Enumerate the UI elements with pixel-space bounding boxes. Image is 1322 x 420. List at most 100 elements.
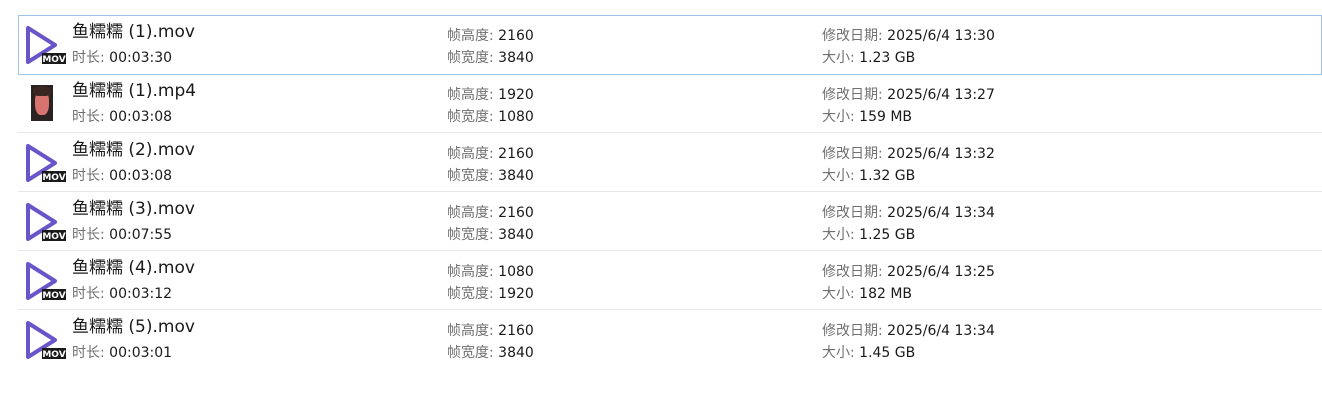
- modified-date-label: 修改日期:: [822, 28, 883, 44]
- duration-field: 时长: 00:03:30: [72, 48, 172, 68]
- file-name[interactable]: 鱼糯糯 (2).mov: [72, 139, 195, 161]
- frame-height-label: 帧高度:: [447, 146, 494, 162]
- frame-height-value: 2160: [498, 323, 534, 339]
- frame-width-value: 3840: [498, 227, 534, 243]
- frame-width-field: 帧宽度: 3840: [447, 48, 534, 68]
- file-name[interactable]: 鱼糯糯 (5).mov: [72, 316, 195, 338]
- frame-width-label: 帧宽度:: [447, 227, 494, 243]
- frame-height-label: 帧高度:: [447, 87, 494, 103]
- file-size-label: 大小:: [822, 50, 855, 66]
- frame-height-label: 帧高度:: [447, 205, 494, 221]
- frame-width-value: 1080: [498, 109, 534, 125]
- frame-height-value: 1920: [498, 87, 534, 103]
- frame-height-value: 1080: [498, 264, 534, 280]
- file-row[interactable]: MOV 鱼糯糯 (1).mov 时长: 00:03:30 帧高度: 2160 帧…: [18, 15, 1322, 75]
- modified-date-value: 2025/6/4 13:25: [887, 264, 995, 280]
- duration-field: 时长: 00:03:01: [72, 343, 172, 363]
- mov-badge-text: MOV: [42, 291, 65, 301]
- mov-file-icon: MOV: [22, 258, 66, 304]
- frame-height-value: 2160: [498, 205, 534, 221]
- modified-date-value: 2025/6/4 13:30: [887, 28, 995, 44]
- modified-date-value: 2025/6/4 13:34: [887, 323, 995, 339]
- frame-width-label: 帧宽度:: [447, 50, 494, 66]
- duration-label: 时长:: [72, 286, 105, 302]
- file-row[interactable]: MOV 鱼糯糯 (3).mov 时长: 00:07:55 帧高度: 2160 帧…: [18, 192, 1322, 251]
- mov-badge-text: MOV: [42, 173, 65, 183]
- modified-date-field: 修改日期: 2025/6/4 13:27: [822, 85, 995, 105]
- frame-height-label: 帧高度:: [447, 323, 494, 339]
- file-size-label: 大小:: [822, 345, 855, 361]
- duration-label: 时长:: [72, 168, 105, 184]
- modified-date-label: 修改日期:: [822, 323, 883, 339]
- duration-field: 时长: 00:03:08: [72, 166, 172, 186]
- modified-date-label: 修改日期:: [822, 264, 883, 280]
- frame-width-value: 1920: [498, 286, 534, 302]
- file-size-field: 大小: 1.32 GB: [822, 166, 915, 186]
- mov-badge-text: MOV: [42, 55, 65, 65]
- duration-value: 00:03:08: [109, 168, 173, 184]
- file-size-field: 大小: 1.23 GB: [822, 48, 915, 68]
- duration-field: 时长: 00:03:08: [72, 107, 172, 127]
- modified-date-field: 修改日期: 2025/6/4 13:30: [822, 26, 995, 46]
- file-list: MOV 鱼糯糯 (1).mov 时长: 00:03:30 帧高度: 2160 帧…: [18, 15, 1322, 369]
- frame-width-field: 帧宽度: 1080: [447, 107, 534, 127]
- duration-label: 时长:: [72, 345, 105, 361]
- file-size-field: 大小: 1.45 GB: [822, 343, 915, 363]
- duration-field: 时长: 00:07:55: [72, 225, 172, 245]
- duration-value: 00:03:30: [109, 50, 173, 66]
- file-size-field: 大小: 159 MB: [822, 107, 912, 127]
- file-size-field: 大小: 182 MB: [822, 284, 912, 304]
- frame-height-label: 帧高度:: [447, 28, 494, 44]
- file-size-label: 大小:: [822, 109, 855, 125]
- duration-value: 00:03:12: [109, 286, 173, 302]
- file-row[interactable]: MOV 鱼糯糯 (2).mov 时长: 00:03:08 帧高度: 2160 帧…: [18, 133, 1322, 192]
- modified-date-field: 修改日期: 2025/6/4 13:32: [822, 144, 995, 164]
- frame-height-field: 帧高度: 2160: [447, 26, 534, 46]
- file-size-value: 1.45 GB: [859, 345, 916, 361]
- frame-width-label: 帧宽度:: [447, 109, 494, 125]
- frame-width-value: 3840: [498, 168, 534, 184]
- file-name[interactable]: 鱼糯糯 (4).mov: [72, 257, 195, 279]
- file-name[interactable]: 鱼糯糯 (1).mov: [72, 21, 195, 43]
- file-row[interactable]: MOV 鱼糯糯 (5).mov 时长: 00:03:01 帧高度: 2160 帧…: [18, 310, 1322, 369]
- modified-date-label: 修改日期:: [822, 87, 883, 103]
- file-name[interactable]: 鱼糯糯 (1).mp4: [72, 80, 196, 102]
- mov-file-icon: MOV: [22, 22, 66, 68]
- mov-badge-text: MOV: [42, 350, 65, 360]
- frame-width-label: 帧宽度:: [447, 345, 494, 361]
- mov-badge-text: MOV: [42, 232, 65, 242]
- file-size-label: 大小:: [822, 227, 855, 243]
- frame-height-field: 帧高度: 2160: [447, 321, 534, 341]
- video-thumbnail: [31, 85, 53, 121]
- frame-width-field: 帧宽度: 3840: [447, 343, 534, 363]
- duration-field: 时长: 00:03:12: [72, 284, 172, 304]
- file-size-value: 1.23 GB: [859, 50, 916, 66]
- file-size-label: 大小:: [822, 286, 855, 302]
- file-row[interactable]: MOV 鱼糯糯 (4).mov 时长: 00:03:12 帧高度: 1080 帧…: [18, 251, 1322, 310]
- frame-width-value: 3840: [498, 345, 534, 361]
- duration-label: 时长:: [72, 227, 105, 243]
- frame-height-field: 帧高度: 1920: [447, 85, 534, 105]
- frame-height-label: 帧高度:: [447, 264, 494, 280]
- modified-date-field: 修改日期: 2025/6/4 13:25: [822, 262, 995, 282]
- frame-height-field: 帧高度: 2160: [447, 144, 534, 164]
- modified-date-value: 2025/6/4 13:27: [887, 87, 995, 103]
- modified-date-value: 2025/6/4 13:32: [887, 146, 995, 162]
- file-size-field: 大小: 1.25 GB: [822, 225, 915, 245]
- file-row[interactable]: 鱼糯糯 (1).mp4 时长: 00:03:08 帧高度: 1920 帧宽度: …: [18, 74, 1322, 133]
- duration-label: 时长:: [72, 109, 105, 125]
- frame-height-value: 2160: [498, 146, 534, 162]
- file-name[interactable]: 鱼糯糯 (3).mov: [72, 198, 195, 220]
- file-size-value: 1.25 GB: [859, 227, 916, 243]
- mov-file-icon: MOV: [22, 140, 66, 186]
- modified-date-label: 修改日期:: [822, 146, 883, 162]
- file-size-value: 1.32 GB: [859, 168, 916, 184]
- mov-file-icon: MOV: [22, 199, 66, 245]
- frame-width-field: 帧宽度: 3840: [447, 166, 534, 186]
- mov-file-icon: MOV: [22, 317, 66, 363]
- frame-width-field: 帧宽度: 3840: [447, 225, 534, 245]
- frame-width-value: 3840: [498, 50, 534, 66]
- frame-width-field: 帧宽度: 1920: [447, 284, 534, 304]
- duration-value: 00:07:55: [109, 227, 173, 243]
- frame-height-value: 2160: [498, 28, 534, 44]
